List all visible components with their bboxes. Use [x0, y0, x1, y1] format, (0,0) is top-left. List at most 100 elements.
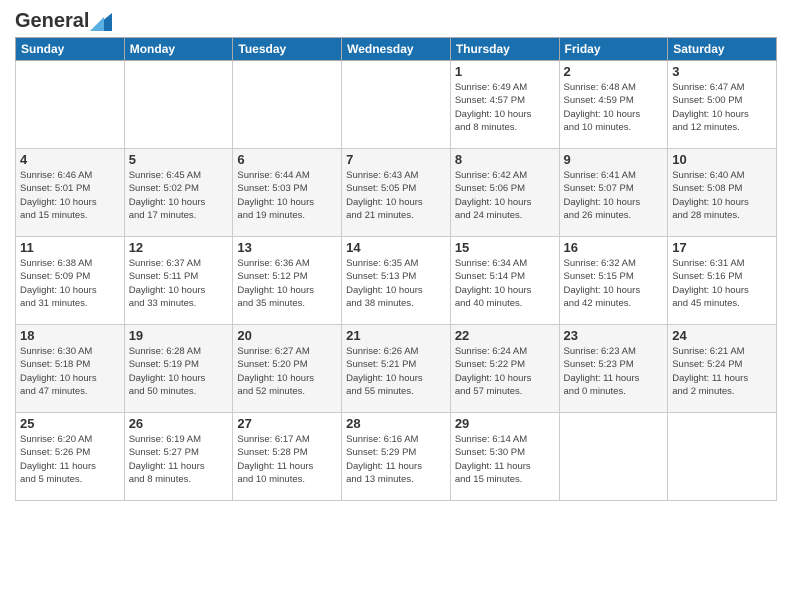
calendar-cell: 1 Sunrise: 6:49 AM Sunset: 4:57 PM Daylig… — [450, 61, 559, 149]
calendar-cell: 24 Sunrise: 6:21 AM Sunset: 5:24 PM Dayli… — [668, 325, 777, 413]
calendar-cell: 5 Sunrise: 6:45 AM Sunset: 5:02 PM Daylig… — [124, 149, 233, 237]
day-number: 21 — [346, 328, 446, 343]
day-info: Sunrise: 6:31 AM Sunset: 5:16 PM Dayligh… — [672, 257, 772, 310]
day-info: Sunrise: 6:24 AM Sunset: 5:22 PM Dayligh… — [455, 345, 555, 398]
calendar-cell: 8 Sunrise: 6:42 AM Sunset: 5:06 PM Daylig… — [450, 149, 559, 237]
weekday-header-saturday: Saturday — [668, 38, 777, 61]
day-info: Sunrise: 6:30 AM Sunset: 5:18 PM Dayligh… — [20, 345, 120, 398]
day-number: 11 — [20, 240, 120, 255]
calendar-table: SundayMondayTuesdayWednesdayThursdayFrid… — [15, 37, 777, 501]
calendar-cell: 21 Sunrise: 6:26 AM Sunset: 5:21 PM Dayli… — [342, 325, 451, 413]
day-number: 27 — [237, 416, 337, 431]
day-info: Sunrise: 6:35 AM Sunset: 5:13 PM Dayligh… — [346, 257, 446, 310]
calendar-cell: 12 Sunrise: 6:37 AM Sunset: 5:11 PM Dayli… — [124, 237, 233, 325]
calendar-cell: 20 Sunrise: 6:27 AM Sunset: 5:20 PM Dayli… — [233, 325, 342, 413]
day-info: Sunrise: 6:34 AM Sunset: 5:14 PM Dayligh… — [455, 257, 555, 310]
logo-icon — [90, 13, 112, 31]
calendar-week-5: 25Sunrise: 6:20 AM Sunset: 5:26 PM Dayli… — [16, 413, 777, 501]
day-info: Sunrise: 6:16 AM Sunset: 5:29 PM Dayligh… — [346, 433, 446, 486]
day-info: Sunrise: 6:45 AM Sunset: 5:02 PM Dayligh… — [129, 169, 229, 222]
day-number: 18 — [20, 328, 120, 343]
day-info: Sunrise: 6:26 AM Sunset: 5:21 PM Dayligh… — [346, 345, 446, 398]
calendar-week-2: 4 Sunrise: 6:46 AM Sunset: 5:01 PM Daylig… — [16, 149, 777, 237]
logo-general: General — [15, 10, 89, 33]
day-info: Sunrise: 6:19 AM Sunset: 5:27 PM Dayligh… — [129, 433, 229, 486]
calendar-cell: 29 Sunrise: 6:14 AM Sunset: 5:30 PM Dayli… — [450, 413, 559, 501]
calendar-cell — [342, 61, 451, 149]
calendar-cell: 10 Sunrise: 6:40 AM Sunset: 5:08 PM Dayli… — [668, 149, 777, 237]
day-number: 6 — [237, 152, 337, 167]
day-info: Sunrise: 6:37 AM Sunset: 5:11 PM Dayligh… — [129, 257, 229, 310]
day-number: 26 — [129, 416, 229, 431]
calendar-cell: 15 Sunrise: 6:34 AM Sunset: 5:14 PM Dayli… — [450, 237, 559, 325]
day-number: 8 — [455, 152, 555, 167]
day-info: Sunrise: 6:46 AM Sunset: 5:01 PM Dayligh… — [20, 169, 120, 222]
day-number: 3 — [672, 64, 772, 79]
calendar-cell: 22 Sunrise: 6:24 AM Sunset: 5:22 PM Dayli… — [450, 325, 559, 413]
day-info: Sunrise: 6:28 AM Sunset: 5:19 PM Dayligh… — [129, 345, 229, 398]
weekday-header-thursday: Thursday — [450, 38, 559, 61]
day-number: 13 — [237, 240, 337, 255]
day-number: 15 — [455, 240, 555, 255]
calendar-cell: 7 Sunrise: 6:43 AM Sunset: 5:05 PM Daylig… — [342, 149, 451, 237]
calendar-cell: 19 Sunrise: 6:28 AM Sunset: 5:19 PM Dayli… — [124, 325, 233, 413]
calendar-cell — [559, 413, 668, 501]
day-info: Sunrise: 6:32 AM Sunset: 5:15 PM Dayligh… — [564, 257, 664, 310]
day-info: Sunrise: 6:17 AM Sunset: 5:28 PM Dayligh… — [237, 433, 337, 486]
calendar-week-4: 18 Sunrise: 6:30 AM Sunset: 5:18 PM Dayli… — [16, 325, 777, 413]
calendar-cell: 11 Sunrise: 6:38 AM Sunset: 5:09 PM Dayli… — [16, 237, 125, 325]
day-info: Sunrise: 6:41 AM Sunset: 5:07 PM Dayligh… — [564, 169, 664, 222]
calendar-cell: 18 Sunrise: 6:30 AM Sunset: 5:18 PM Dayli… — [16, 325, 125, 413]
calendar-cell — [124, 61, 233, 149]
day-info: Sunrise: 6:36 AM Sunset: 5:12 PM Dayligh… — [237, 257, 337, 310]
day-number: 22 — [455, 328, 555, 343]
day-number: 10 — [672, 152, 772, 167]
day-info: Sunrise: 6:14 AM Sunset: 5:30 PM Dayligh… — [455, 433, 555, 486]
day-info: Sunrise: 6:49 AM Sunset: 4:57 PM Dayligh… — [455, 81, 555, 134]
day-info: Sunrise: 6:38 AM Sunset: 5:09 PM Dayligh… — [20, 257, 120, 310]
weekday-header-friday: Friday — [559, 38, 668, 61]
day-info: Sunrise: 6:43 AM Sunset: 5:05 PM Dayligh… — [346, 169, 446, 222]
weekday-header-monday: Monday — [124, 38, 233, 61]
day-number: 29 — [455, 416, 555, 431]
day-number: 4 — [20, 152, 120, 167]
calendar-cell: 13 Sunrise: 6:36 AM Sunset: 5:12 PM Dayli… — [233, 237, 342, 325]
day-info: Sunrise: 6:42 AM Sunset: 5:06 PM Dayligh… — [455, 169, 555, 222]
calendar-week-3: 11 Sunrise: 6:38 AM Sunset: 5:09 PM Dayli… — [16, 237, 777, 325]
day-info: Sunrise: 6:48 AM Sunset: 4:59 PM Dayligh… — [564, 81, 664, 134]
calendar-cell: 17Sunrise: 6:31 AM Sunset: 5:16 PM Dayli… — [668, 237, 777, 325]
day-number: 14 — [346, 240, 446, 255]
calendar-cell: 16Sunrise: 6:32 AM Sunset: 5:15 PM Dayli… — [559, 237, 668, 325]
day-info: Sunrise: 6:40 AM Sunset: 5:08 PM Dayligh… — [672, 169, 772, 222]
day-number: 9 — [564, 152, 664, 167]
day-number: 20 — [237, 328, 337, 343]
day-info: Sunrise: 6:44 AM Sunset: 5:03 PM Dayligh… — [237, 169, 337, 222]
calendar-cell: 23Sunrise: 6:23 AM Sunset: 5:23 PM Dayli… — [559, 325, 668, 413]
day-number: 19 — [129, 328, 229, 343]
weekday-header-row: SundayMondayTuesdayWednesdayThursdayFrid… — [16, 38, 777, 61]
day-number: 2 — [564, 64, 664, 79]
day-number: 5 — [129, 152, 229, 167]
calendar-cell: 4 Sunrise: 6:46 AM Sunset: 5:01 PM Daylig… — [16, 149, 125, 237]
day-info: Sunrise: 6:23 AM Sunset: 5:23 PM Dayligh… — [564, 345, 664, 398]
day-number: 7 — [346, 152, 446, 167]
day-number: 12 — [129, 240, 229, 255]
calendar-cell — [16, 61, 125, 149]
day-number: 28 — [346, 416, 446, 431]
calendar-cell: 9 Sunrise: 6:41 AM Sunset: 5:07 PM Daylig… — [559, 149, 668, 237]
calendar-cell — [233, 61, 342, 149]
calendar-cell: 3Sunrise: 6:47 AM Sunset: 5:00 PM Daylig… — [668, 61, 777, 149]
day-number: 25 — [20, 416, 120, 431]
calendar-cell: 6 Sunrise: 6:44 AM Sunset: 5:03 PM Daylig… — [233, 149, 342, 237]
calendar-week-1: 1 Sunrise: 6:49 AM Sunset: 4:57 PM Daylig… — [16, 61, 777, 149]
weekday-header-wednesday: Wednesday — [342, 38, 451, 61]
logo: General — [15, 10, 112, 29]
calendar-cell: 14 Sunrise: 6:35 AM Sunset: 5:13 PM Dayli… — [342, 237, 451, 325]
calendar-cell: 26 Sunrise: 6:19 AM Sunset: 5:27 PM Dayli… — [124, 413, 233, 501]
calendar-cell — [668, 413, 777, 501]
day-number: 1 — [455, 64, 555, 79]
day-info: Sunrise: 6:27 AM Sunset: 5:20 PM Dayligh… — [237, 345, 337, 398]
day-number: 24 — [672, 328, 772, 343]
calendar-cell: 27 Sunrise: 6:17 AM Sunset: 5:28 PM Dayli… — [233, 413, 342, 501]
day-info: Sunrise: 6:21 AM Sunset: 5:24 PM Dayligh… — [672, 345, 772, 398]
